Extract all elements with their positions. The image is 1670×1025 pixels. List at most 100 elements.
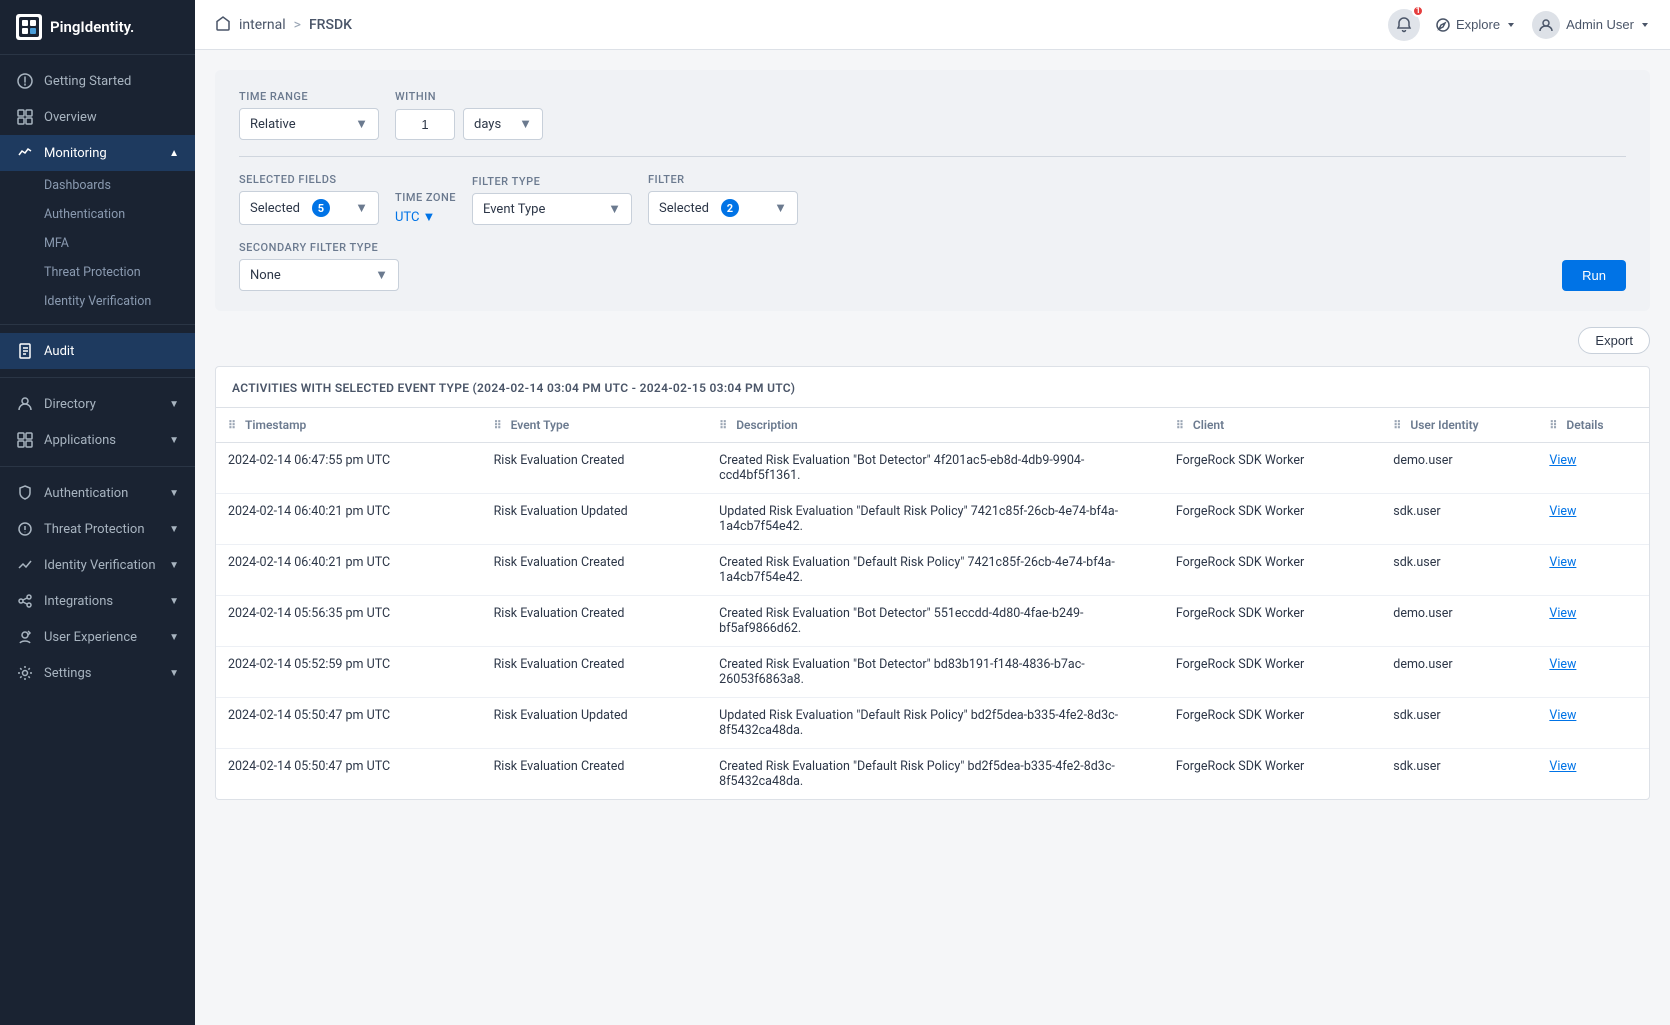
cell-event-type-5: Risk Evaluation Updated bbox=[482, 698, 708, 749]
threat-protection-arrow: ▼ bbox=[169, 524, 179, 535]
table-section: ACTIVITIES WITH SELECTED EVENT TYPE (202… bbox=[215, 366, 1650, 800]
selected-fields-group: SELECTED FIELDS Selected 5 ▼ bbox=[239, 173, 379, 225]
cell-user-identity-3: demo.user bbox=[1381, 596, 1537, 647]
cell-user-identity-4: demo.user bbox=[1381, 647, 1537, 698]
sidebar-sub-dashboards[interactable]: Dashboards bbox=[44, 171, 195, 200]
sidebar-item-integrations[interactable]: Integrations ▼ bbox=[0, 583, 195, 619]
table-row: 2024-02-14 06:47:55 pm UTC Risk Evaluati… bbox=[216, 443, 1649, 494]
filter-row-2: SELECTED FIELDS Selected 5 ▼ TIME ZONE U… bbox=[239, 173, 1626, 225]
notification-bell[interactable]: 1 bbox=[1388, 9, 1420, 41]
view-link-6[interactable]: View bbox=[1549, 759, 1576, 774]
filter-type-value: Event Type bbox=[483, 202, 545, 217]
time-range-arrow: ▼ bbox=[355, 116, 368, 132]
filter-type-select[interactable]: Event Type ▼ bbox=[472, 193, 632, 225]
authentication-label: Authentication bbox=[44, 486, 169, 501]
cell-details-6: View bbox=[1537, 749, 1649, 800]
cell-client-3: ForgeRock SDK Worker bbox=[1164, 596, 1381, 647]
cell-client-5: ForgeRock SDK Worker bbox=[1164, 698, 1381, 749]
table-row: 2024-02-14 06:40:21 pm UTC Risk Evaluati… bbox=[216, 545, 1649, 596]
user-menu-button[interactable]: Admin User bbox=[1532, 11, 1650, 39]
table-row: 2024-02-14 05:50:47 pm UTC Risk Evaluati… bbox=[216, 698, 1649, 749]
applications-arrow: ▼ bbox=[169, 435, 179, 446]
sidebar-item-directory[interactable]: Directory ▼ bbox=[0, 386, 195, 422]
filter-label: FILTER bbox=[648, 173, 798, 186]
sidebar-sub-threat-protection[interactable]: Threat Protection bbox=[44, 258, 195, 287]
table-row: 2024-02-14 06:40:21 pm UTC Risk Evaluati… bbox=[216, 494, 1649, 545]
within-unit-value: days bbox=[474, 117, 501, 132]
directory-icon bbox=[16, 395, 34, 413]
sidebar-item-getting-started[interactable]: Getting Started bbox=[0, 63, 195, 99]
applications-label: Applications bbox=[44, 433, 169, 448]
selected-fields-arrow: ▼ bbox=[355, 200, 368, 216]
within-value-input[interactable] bbox=[395, 109, 455, 140]
within-label: WITHIN bbox=[395, 90, 543, 103]
timezone-select[interactable]: UTC ▼ bbox=[395, 209, 456, 225]
within-unit-arrow: ▼ bbox=[519, 116, 532, 132]
secondary-filter-arrow: ▼ bbox=[375, 267, 388, 283]
time-range-select[interactable]: Relative ▼ bbox=[239, 108, 379, 140]
sidebar-sub-authentication[interactable]: Authentication bbox=[44, 200, 195, 229]
col-client: ⠿ Client bbox=[1164, 408, 1381, 443]
secondary-filter-select[interactable]: None ▼ bbox=[239, 259, 399, 291]
col-user-identity: ⠿ User Identity bbox=[1381, 408, 1537, 443]
table-row: 2024-02-14 05:56:35 pm UTC Risk Evaluati… bbox=[216, 596, 1649, 647]
sidebar: PingIdentity. Getting Started Overview M… bbox=[0, 0, 195, 1025]
cell-timestamp-5: 2024-02-14 05:50:47 pm UTC bbox=[216, 698, 482, 749]
sidebar-item-authentication[interactable]: Authentication ▼ bbox=[0, 475, 195, 511]
selected-fields-select[interactable]: Selected 5 ▼ bbox=[239, 191, 379, 225]
table-row: 2024-02-14 05:52:59 pm UTC Risk Evaluati… bbox=[216, 647, 1649, 698]
cell-details-2: View bbox=[1537, 545, 1649, 596]
overview-label: Overview bbox=[44, 110, 179, 125]
cell-event-type-3: Risk Evaluation Created bbox=[482, 596, 708, 647]
integrations-arrow: ▼ bbox=[169, 596, 179, 607]
within-group: WITHIN days ▼ bbox=[395, 90, 543, 140]
export-button[interactable]: Export bbox=[1578, 327, 1650, 354]
sidebar-item-identity-verification[interactable]: Identity Verification ▼ bbox=[0, 547, 195, 583]
cell-timestamp-1: 2024-02-14 06:40:21 pm UTC bbox=[216, 494, 482, 545]
monitoring-icon bbox=[16, 144, 34, 162]
cell-details-3: View bbox=[1537, 596, 1649, 647]
filter-select[interactable]: Selected 2 ▼ bbox=[648, 191, 798, 225]
col-event-type-label: Event Type bbox=[511, 418, 570, 432]
col-details: ⠿ Details bbox=[1537, 408, 1649, 443]
applications-icon bbox=[16, 431, 34, 449]
cell-description-4: Created Risk Evaluation "Bot Detector" b… bbox=[707, 647, 1164, 698]
view-link-5[interactable]: View bbox=[1549, 708, 1576, 723]
run-button[interactable]: Run bbox=[1562, 260, 1626, 291]
cell-details-1: View bbox=[1537, 494, 1649, 545]
sidebar-item-settings[interactable]: Settings ▼ bbox=[0, 655, 195, 691]
sidebar-item-threat-protection[interactable]: Threat Protection ▼ bbox=[0, 511, 195, 547]
within-unit-select[interactable]: days ▼ bbox=[463, 108, 543, 140]
explore-button[interactable]: Explore bbox=[1436, 17, 1516, 32]
cell-client-0: ForgeRock SDK Worker bbox=[1164, 443, 1381, 494]
sidebar-item-overview[interactable]: Overview bbox=[0, 99, 195, 135]
main-content: internal > FRSDK 1 Explore Admin User bbox=[195, 0, 1670, 1025]
view-link-2[interactable]: View bbox=[1549, 555, 1576, 570]
threat-protection-icon bbox=[16, 520, 34, 538]
cell-description-6: Created Risk Evaluation "Default Risk Po… bbox=[707, 749, 1164, 800]
header: internal > FRSDK 1 Explore Admin User bbox=[195, 0, 1670, 50]
view-link-1[interactable]: View bbox=[1549, 504, 1576, 519]
identity-verification-label: Identity Verification bbox=[44, 558, 169, 573]
monitoring-label: Monitoring bbox=[44, 146, 169, 161]
time-range-label: TIME RANGE bbox=[239, 90, 379, 103]
view-link-3[interactable]: View bbox=[1549, 606, 1576, 621]
sidebar-item-applications[interactable]: Applications ▼ bbox=[0, 422, 195, 458]
cell-description-5: Updated Risk Evaluation "Default Risk Po… bbox=[707, 698, 1164, 749]
directory-arrow: ▼ bbox=[169, 399, 179, 410]
cell-timestamp-4: 2024-02-14 05:52:59 pm UTC bbox=[216, 647, 482, 698]
integrations-icon bbox=[16, 592, 34, 610]
timezone-value: UTC bbox=[395, 210, 419, 225]
cell-user-identity-1: sdk.user bbox=[1381, 494, 1537, 545]
table-title: ACTIVITIES WITH SELECTED EVENT TYPE (202… bbox=[216, 367, 1649, 408]
cell-description-1: Updated Risk Evaluation "Default Risk Po… bbox=[707, 494, 1164, 545]
sidebar-item-monitoring[interactable]: Monitoring ▲ bbox=[0, 135, 195, 171]
sidebar-sub-identity-verification[interactable]: Identity Verification bbox=[44, 287, 195, 316]
sidebar-sub-mfa[interactable]: MFA bbox=[44, 229, 195, 258]
sidebar-item-audit[interactable]: Audit bbox=[0, 333, 195, 369]
breadcrumb-internal[interactable]: internal bbox=[239, 17, 286, 33]
col-timestamp-label: Timestamp bbox=[245, 418, 306, 432]
view-link-0[interactable]: View bbox=[1549, 453, 1576, 468]
sidebar-item-user-experience[interactable]: User Experience ▼ bbox=[0, 619, 195, 655]
view-link-4[interactable]: View bbox=[1549, 657, 1576, 672]
